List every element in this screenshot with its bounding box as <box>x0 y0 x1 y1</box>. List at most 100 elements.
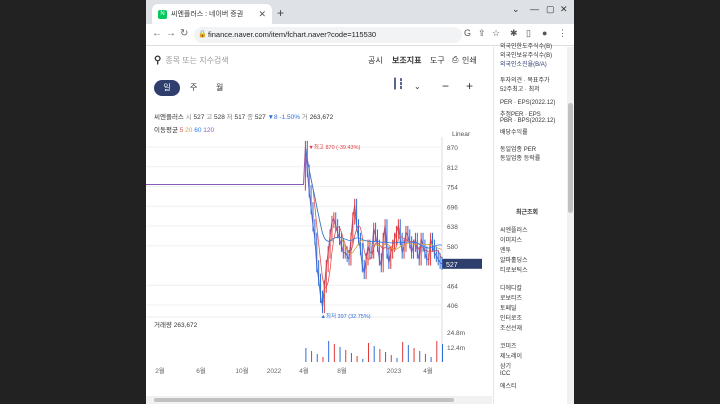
window-close-icon[interactable]: ✕ <box>560 4 568 15</box>
current-price-label: 527 <box>446 262 458 269</box>
h-scroll-thumb[interactable] <box>154 398 454 402</box>
volume-bar <box>424 354 426 362</box>
period-week[interactable]: 주 <box>190 80 197 96</box>
volume-bar <box>345 350 347 362</box>
volume-bar <box>419 351 421 362</box>
volume-bar <box>442 344 443 362</box>
min-price-label: ▲최저 397 (32.75%) <box>320 312 370 320</box>
menu-disclosure[interactable]: 공시 <box>368 55 383 66</box>
zoom-out-icon[interactable]: − <box>442 79 449 93</box>
moving-average-legend[interactable]: 이동평균 5 20 60 120 <box>154 124 214 134</box>
tab-bar: N 씨엔플러스 : 네이버 증권 ✕ + ⌄ — ▢ ✕ <box>146 0 574 24</box>
recent-item[interactable]: 에스티 <box>500 381 517 390</box>
volume-bar <box>339 347 341 362</box>
volume-bar <box>316 354 318 362</box>
volume-bar <box>322 357 324 362</box>
url-text: finance.naver.com/item/fchart.naver?code… <box>208 30 377 39</box>
recent-item[interactable]: 티로보틱스 <box>500 265 528 274</box>
minimize-icon[interactable]: — <box>530 4 539 14</box>
menu-indicators[interactable]: 보조지표 <box>392 55 421 66</box>
x-tick-label: 8월 <box>337 366 347 375</box>
horizontal-scrollbar[interactable] <box>146 396 492 404</box>
recent-item[interactable]: 코미즈 <box>500 341 517 350</box>
recent-item[interactable]: 로보티즈 <box>500 293 522 302</box>
bookmark-star-icon[interactable]: ☆ <box>492 28 500 39</box>
sidebar-line-52w: 52주최고 · 최저 <box>500 87 540 93</box>
y-tick-label: 464 <box>447 283 458 290</box>
sidebar-line-foreign-ratio: 외국인소진율(B/A) <box>500 62 547 68</box>
maximize-icon[interactable]: ▢ <box>546 4 555 15</box>
recent-item[interactable]: 조선선재 <box>500 323 522 332</box>
stock-summary: 씨엔플러스 시 527 고 528 저 517 종 527 ▼8 -1.50% … <box>154 114 334 121</box>
recent-viewed-title: 최근조회 <box>516 210 539 216</box>
volume-bar <box>402 342 404 362</box>
volume-bar <box>362 359 364 362</box>
period-month[interactable]: 월 <box>216 80 223 96</box>
price-change-pct: -1.50% <box>279 114 301 121</box>
recent-item[interactable]: 엔투 <box>500 245 511 254</box>
sidebar-line-foreign-shares: 외국인보유주식수(B) <box>500 53 553 59</box>
volume-bar <box>390 355 392 362</box>
volume-bar <box>368 343 369 362</box>
recent-item[interactable]: 삼기 <box>500 361 511 370</box>
profile-avatar-icon[interactable]: ● <box>542 28 547 38</box>
browser-window: N 씨엔플러스 : 네이버 증권 ✕ + ⌄ — ▢ ✕ ← → ↻ 🔒 fin… <box>146 0 574 404</box>
google-icon[interactable]: G <box>464 28 471 38</box>
share-icon[interactable]: ⇪ <box>478 28 486 39</box>
naver-favicon-icon: N <box>158 9 167 19</box>
stock-name: 씨엔플러스 <box>154 114 184 121</box>
zoom-in-icon[interactable]: + <box>466 79 473 93</box>
y-tick-label: 406 <box>447 303 458 310</box>
vertical-scrollbar[interactable] <box>567 47 574 404</box>
period-day[interactable]: 일 <box>154 80 180 96</box>
recent-item[interactable]: 이미지스 <box>500 235 522 244</box>
recent-item[interactable]: 씨엔플러스 <box>500 225 528 234</box>
recent-item[interactable]: 인터로조 <box>500 313 522 322</box>
forward-icon[interactable]: → <box>166 28 176 39</box>
menu-kebab-icon[interactable]: ⋮ <box>558 28 567 39</box>
tab-search-icon[interactable]: ⌄ <box>512 4 520 15</box>
x-tick-label: 2월 <box>155 366 165 375</box>
volume-bar <box>333 344 335 362</box>
recent-item[interactable]: 제노레이 <box>500 351 522 360</box>
recent-item[interactable]: 디에디칼 <box>500 283 522 292</box>
sidebar-line-industry-per: 동일업종 PER <box>500 147 537 153</box>
lock-icon: 🔒 <box>198 31 207 38</box>
y-tick-label: 580 <box>447 244 458 251</box>
volume-title: 거래량 263,672 <box>154 320 198 329</box>
recent-item[interactable]: 알파홀딩스 <box>500 255 528 264</box>
chart-type-dropdown-icon[interactable]: ⌄ <box>414 82 421 91</box>
x-tick-label: 10월 <box>235 366 248 375</box>
volume-bar <box>356 356 358 362</box>
extensions-icon[interactable]: ✱ <box>510 28 518 39</box>
back-icon[interactable]: ← <box>152 28 162 39</box>
recent-item[interactable]: 토페딜 <box>500 303 517 312</box>
volume-bar <box>436 341 438 362</box>
y-tick-label: 696 <box>447 204 458 211</box>
sidebar-line-pbr: PBR · BPS(2022.12) <box>500 118 556 124</box>
scroll-thumb[interactable] <box>568 103 573 213</box>
x-tick-label: 2022 <box>267 368 282 375</box>
print-icon[interactable]: ⎙ <box>452 55 458 65</box>
sidebar-line-per: PER · EPS(2022.12) <box>500 100 556 106</box>
menu-print[interactable]: 인쇄 <box>462 55 477 66</box>
x-tick-label: 4월 <box>299 366 309 375</box>
browser-tab[interactable]: N 씨엔플러스 : 네이버 증권 ✕ <box>152 4 272 24</box>
recent-item[interactable]: ICC <box>500 371 510 377</box>
candle-type-icon[interactable]: ┃┇ <box>392 79 404 90</box>
sidebar-line-opinion: 투자의견 · 목표주가 <box>500 78 550 84</box>
close-tab-icon[interactable]: ✕ <box>258 9 266 20</box>
y-tick-label: 812 <box>447 165 458 172</box>
url-field[interactable]: 🔒 finance.naver.com/item/fchart.naver?co… <box>194 27 462 43</box>
volume-bar <box>305 348 307 362</box>
max-price-label: ▼최고 870 (-39.43%) <box>308 143 360 151</box>
sidebar-icon[interactable]: ▯ <box>526 28 531 39</box>
menu-tools[interactable]: 도구 <box>430 55 445 66</box>
search-icon: ⚲ <box>154 55 162 66</box>
volume-bar <box>407 345 409 362</box>
price-chart[interactable]: 870 812 754 696 638 580 527 464 406 ▼최고 870 (-39.… <box>146 137 492 387</box>
new-tab-icon[interactable]: + <box>277 6 284 20</box>
stock-search[interactable]: ⚲ 종목 또는 지수검색 <box>154 55 229 66</box>
reload-icon[interactable]: ↻ <box>180 28 188 39</box>
volume-bar <box>385 352 387 362</box>
